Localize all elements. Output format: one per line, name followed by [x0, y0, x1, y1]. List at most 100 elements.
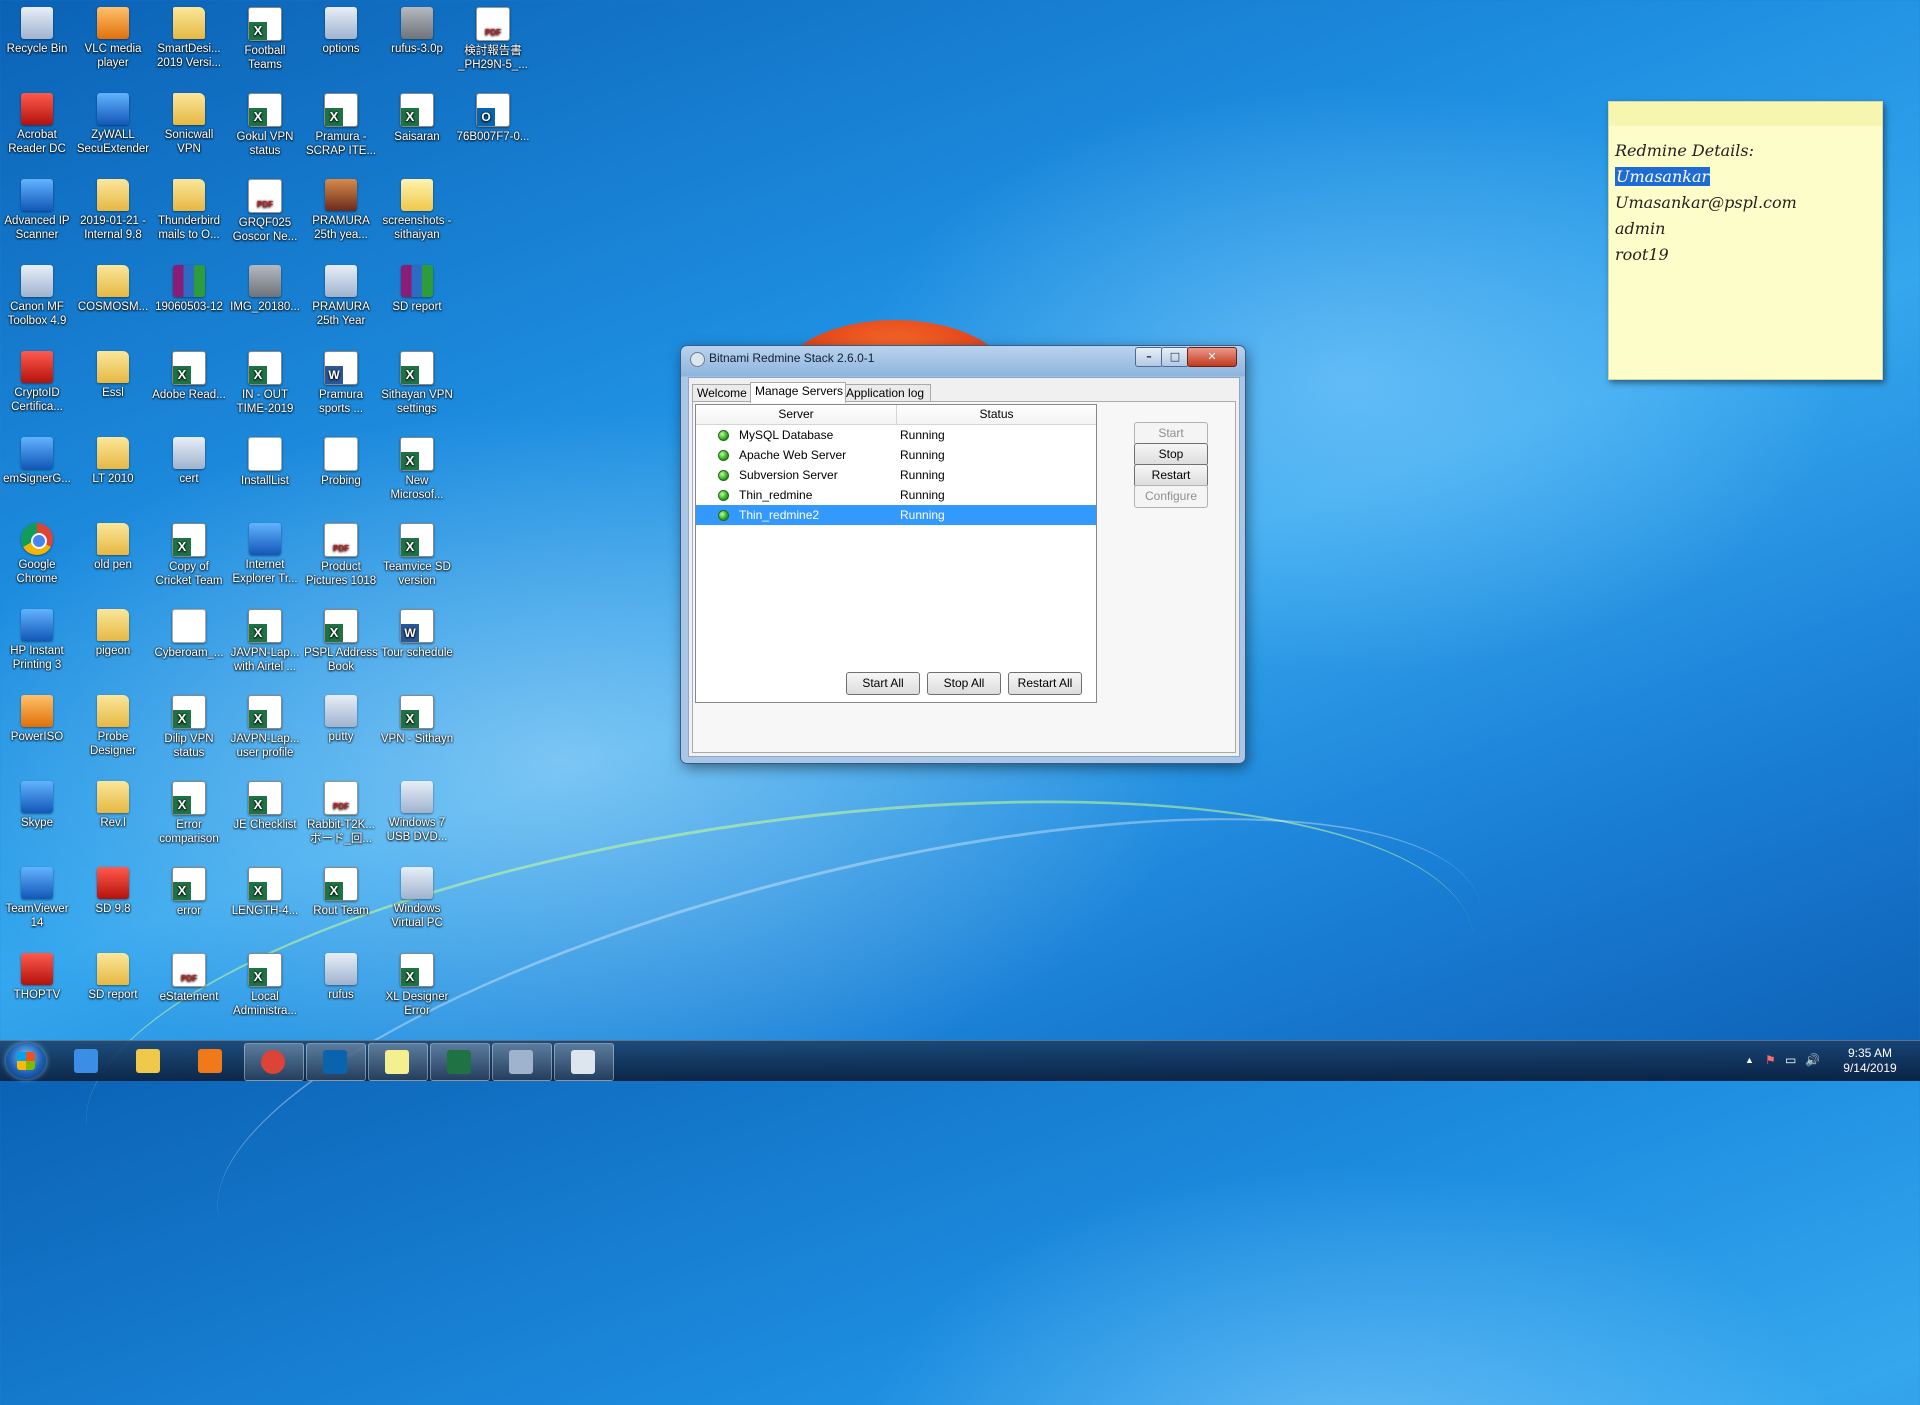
desktop-icon[interactable]: PRAMURA 25th yea...	[304, 176, 378, 256]
desktop-icon[interactable]: COSMOSM...	[76, 262, 150, 342]
restart-all-button[interactable]: Restart All	[1008, 672, 1082, 695]
desktop-icon[interactable]: Probing	[304, 434, 378, 514]
desktop-icon[interactable]: PRAMURA 25th Year	[304, 262, 378, 342]
maximize-button[interactable]: □	[1161, 347, 1189, 367]
desktop-icon[interactable]: IN - OUT TIME-2019	[228, 348, 302, 428]
tab-application-log[interactable]: Application log	[841, 384, 931, 402]
taskbar-excel[interactable]	[430, 1043, 490, 1081]
desktop-icon[interactable]: Tour schedule	[380, 606, 454, 686]
desktop-icon[interactable]: emSignerG...	[0, 434, 74, 514]
start-button[interactable]	[6, 1043, 46, 1079]
desktop-icon[interactable]: VPN - Sithayn	[380, 692, 454, 772]
stop-button[interactable]: Stop	[1134, 443, 1208, 466]
desktop-icon[interactable]: SD report	[76, 950, 150, 1030]
desktop-icon[interactable]: LT 2010	[76, 434, 150, 514]
server-row[interactable]: Thin_redmine Running	[696, 485, 1096, 505]
desktop-icon[interactable]: Copy of Cricket Team	[152, 520, 226, 600]
desktop-icon[interactable]: Local Administra...	[228, 950, 302, 1030]
desktop-icon[interactable]: JAVPN-Lap... with Airtel ...	[228, 606, 302, 686]
desktop-icon[interactable]: rufus	[304, 950, 378, 1030]
server-row[interactable]: Subversion Server Running	[696, 465, 1096, 485]
taskbar-file-explorer[interactable]	[120, 1043, 178, 1079]
desktop-icon[interactable]: Essl	[76, 348, 150, 428]
desktop-icon[interactable]: rufus-3.0p	[380, 4, 454, 84]
desktop-icon[interactable]: New Microsof...	[380, 434, 454, 514]
start-all-button[interactable]: Start All	[846, 672, 920, 695]
clock[interactable]: 9:35 AM 9/14/2019	[1830, 1046, 1910, 1076]
desktop-icon[interactable]: error	[152, 864, 226, 944]
server-list[interactable]: Server Status MySQL Database Running Apach…	[695, 404, 1097, 703]
desktop-icon[interactable]: Adobe Read...	[152, 348, 226, 428]
desktop-icon[interactable]: Thunderbird mails to O...	[152, 176, 226, 256]
sticky-note-titlebar[interactable]	[1609, 102, 1882, 126]
restart-button[interactable]: Restart	[1134, 464, 1208, 487]
desktop-icon[interactable]: 検討報告書_PH29N-5_...	[456, 4, 530, 84]
desktop-icon[interactable]: 19060503-12	[152, 262, 226, 342]
desktop-icon[interactable]: SD report	[380, 262, 454, 342]
desktop-icon[interactable]: Product Pictures 1018	[304, 520, 378, 600]
desktop-icon[interactable]: Sithayan VPN settings	[380, 348, 454, 428]
taskbar-media-player[interactable]	[182, 1043, 240, 1079]
desktop-icon[interactable]: SmartDesi... 2019 Versi...	[152, 4, 226, 84]
desktop-icon[interactable]: Rev.l	[76, 778, 150, 858]
desktop-icon[interactable]: Gokul VPN status	[228, 90, 302, 170]
configure-button[interactable]: Configure	[1134, 485, 1208, 508]
desktop-icon[interactable]: Dilip VPN status	[152, 692, 226, 772]
server-row[interactable]: Thin_redmine2 Running	[696, 505, 1096, 525]
network-icon[interactable]: ▭	[1785, 1054, 1797, 1066]
taskbar-google-chrome[interactable]	[244, 1043, 304, 1081]
desktop-icon[interactable]: Internet Explorer Tr...	[228, 520, 302, 600]
desktop-icon[interactable]: THOPTV	[0, 950, 74, 1030]
taskbar-bitnami-manager[interactable]	[554, 1043, 614, 1081]
desktop-icon[interactable]: ZyWALL SecuExtender	[76, 90, 150, 170]
desktop-icon[interactable]: HP Instant Printing 3	[0, 606, 74, 686]
desktop-icon[interactable]: screenshots - sithaiyan	[380, 176, 454, 256]
desktop-icon[interactable]: PowerISO	[0, 692, 74, 772]
desktop-icon[interactable]: JAVPN-Lap... user profile	[228, 692, 302, 772]
desktop-icon[interactable]: Skype	[0, 778, 74, 858]
server-row[interactable]: Apache Web Server Running	[696, 445, 1096, 465]
desktop-icon[interactable]: Probe Designer	[76, 692, 150, 772]
desktop-icon[interactable]: CryptoID Certifica...	[0, 348, 74, 428]
desktop-icon[interactable]: options	[304, 4, 378, 84]
desktop-icon[interactable]: Error comparison	[152, 778, 226, 858]
window-titlebar[interactable]: Bitnami Redmine Stack 2.6.0-1 – □ ✕	[681, 346, 1245, 372]
desktop-icon[interactable]: Google Chrome	[0, 520, 74, 600]
desktop-icon[interactable]: putty	[304, 692, 378, 772]
desktop-icon[interactable]: Pramura - SCRAP ITE...	[304, 90, 378, 170]
taskbar-internet-explorer[interactable]	[58, 1043, 116, 1079]
desktop-icon[interactable]: Recycle Bin	[0, 4, 74, 84]
tab-welcome[interactable]: Welcome	[692, 384, 754, 402]
desktop-icon[interactable]: Sonicwall VPN	[152, 90, 226, 170]
desktop-icon[interactable]: LENGTH-4...	[228, 864, 302, 944]
column-header-status[interactable]: Status	[897, 405, 1096, 424]
desktop-icon[interactable]: Rout Team	[304, 864, 378, 944]
desktop-icon[interactable]: Acrobat Reader DC	[0, 90, 74, 170]
show-hidden-icons-icon[interactable]: ▲	[1745, 1054, 1757, 1066]
server-row[interactable]: MySQL Database Running	[696, 425, 1096, 445]
desktop-icon[interactable]: VLC media player	[76, 4, 150, 84]
desktop-icon[interactable]: SD 9.8	[76, 864, 150, 944]
tab-manage-servers[interactable]: Manage Servers	[750, 382, 846, 403]
volume-icon[interactable]: 🔊	[1805, 1054, 1820, 1066]
taskbar-sticky-notes[interactable]	[368, 1043, 428, 1081]
sticky-note[interactable]: Redmine Details: Umasankar Umasankar@psp…	[1608, 101, 1883, 380]
desktop-icon[interactable]: Cyberoam_...	[152, 606, 226, 686]
desktop-icon[interactable]: IMG_20180...	[228, 262, 302, 342]
stop-all-button[interactable]: Stop All	[927, 672, 1001, 695]
taskbar-outlook[interactable]	[306, 1043, 366, 1081]
desktop-icon[interactable]: InstallList	[228, 434, 302, 514]
desktop-icon[interactable]: Football Teams	[228, 4, 302, 84]
start-button[interactable]: Start	[1134, 422, 1208, 445]
desktop-icon[interactable]: Pramura sports ...	[304, 348, 378, 428]
desktop-icon[interactable]: Saisaran	[380, 90, 454, 170]
desktop-icon[interactable]: Teamvice SD version	[380, 520, 454, 600]
desktop-icon[interactable]: 2019-01-21 - Internal 9.8	[76, 176, 150, 256]
desktop-icon[interactable]: JE Checklist	[228, 778, 302, 858]
desktop-icon[interactable]: Windows 7 USB DVD...	[380, 778, 454, 858]
desktop-icon[interactable]: Advanced IP Scanner	[0, 176, 74, 256]
desktop-icon[interactable]: PSPL Address Book	[304, 606, 378, 686]
desktop-icon[interactable]: Rabbit-T2K... ボード_回...	[304, 778, 378, 858]
close-button[interactable]: ✕	[1187, 347, 1237, 367]
desktop-icon[interactable]: Windows Virtual PC	[380, 864, 454, 944]
